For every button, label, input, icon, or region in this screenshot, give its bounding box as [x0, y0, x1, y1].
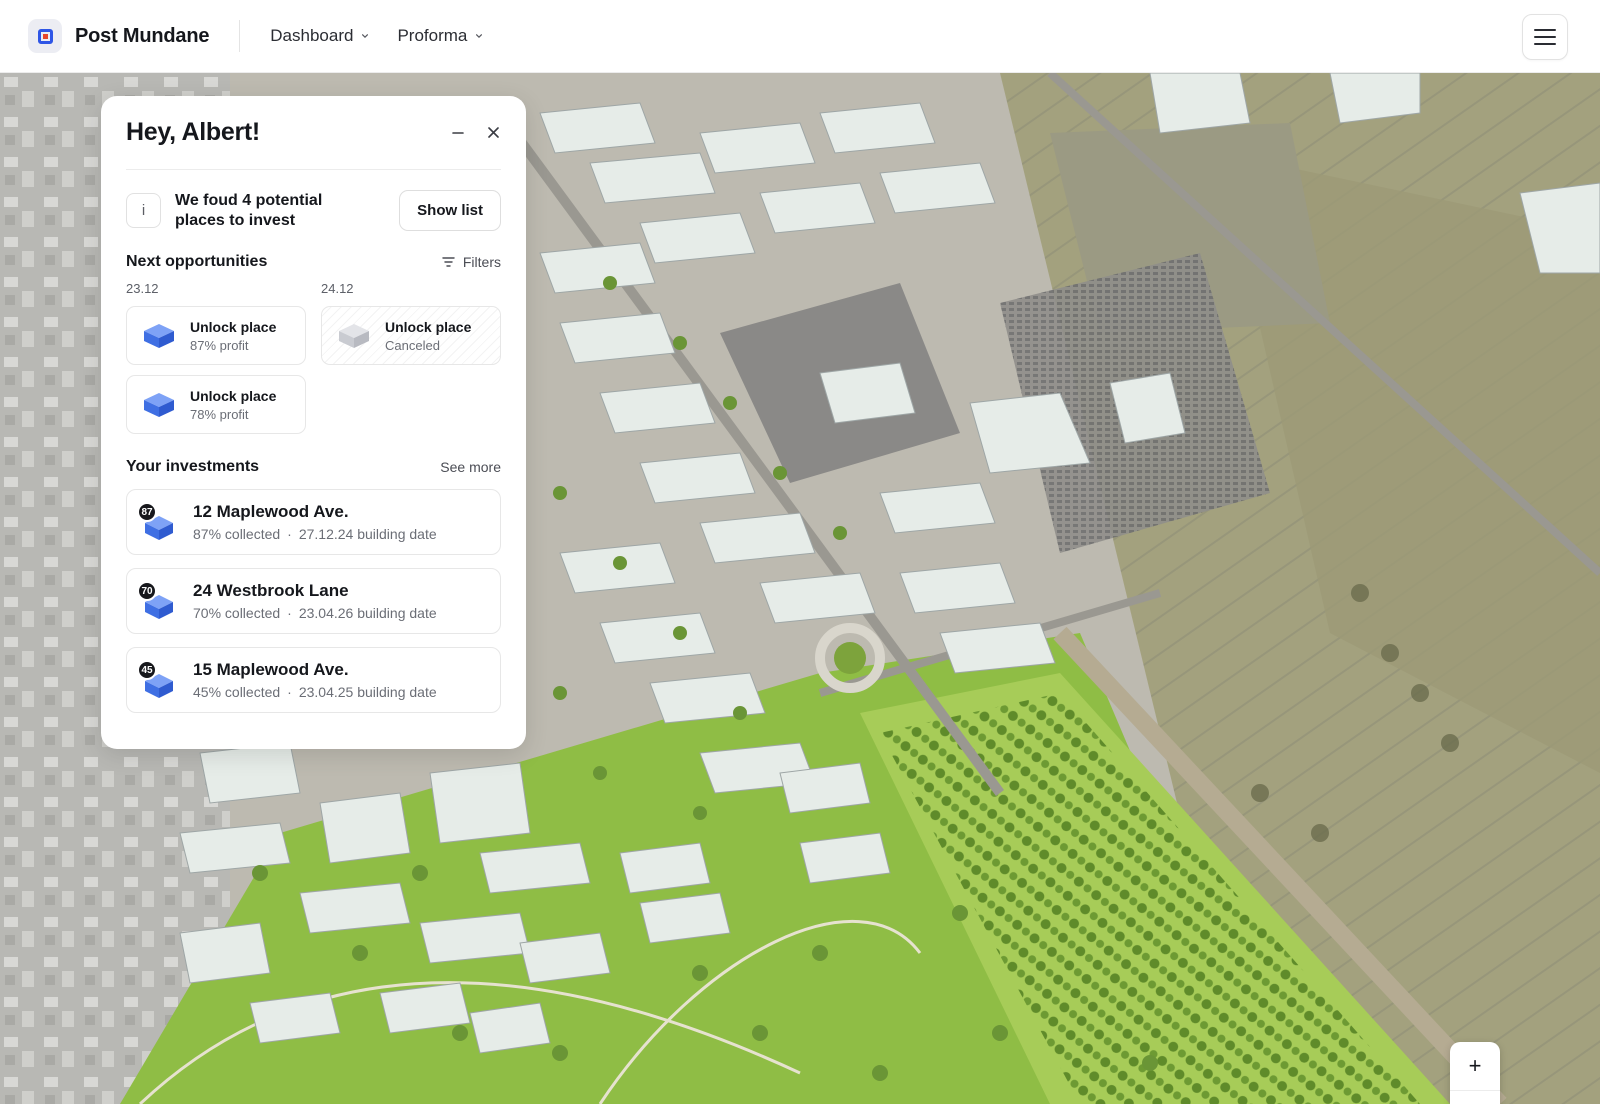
opportunities-grid: 23.12 Unlock place 87% profit Unlock pla… [126, 281, 501, 434]
zoom-in-button[interactable]: + [1450, 1042, 1500, 1090]
nav-dashboard-dropdown[interactable]: Dashboard [270, 26, 369, 46]
top-bar: Post Mundane Dashboard Proforma [0, 0, 1600, 73]
info-row: i We foud 4 potential places to invest S… [126, 190, 501, 231]
opportunities-title: Next opportunities [126, 253, 268, 270]
zoom-out-button[interactable]: − [1450, 1089, 1500, 1104]
investment-badge: 70 [137, 581, 157, 601]
investment-details: 70% collected · 23.04.26 building date [193, 605, 437, 621]
investment-date: 23.04.25 building date [298, 684, 437, 700]
investment-card[interactable]: 70 24 Westbrook Lane 70% collected · 23.04… [126, 568, 501, 634]
investment-title: 24 Westbrook Lane [193, 581, 349, 600]
minimize-icon[interactable] [451, 126, 465, 140]
opportunity-subtitle: 78% profit [190, 406, 249, 422]
show-list-button[interactable]: Show list [399, 190, 501, 231]
nav-proforma-dropdown[interactable]: Proforma [397, 26, 483, 46]
opportunity-subtitle: 87% profit [190, 337, 249, 353]
close-icon[interactable] [487, 126, 500, 139]
welcome-panel: Hey, Albert! i We foud 4 potential place… [101, 96, 526, 749]
nav-dashboard-label: Dashboard [270, 26, 354, 45]
opportunity-card[interactable]: Unlock place 78% profit [126, 375, 306, 434]
investment-details: 87% collected · 27.12.24 building date [193, 526, 437, 542]
info-icon: i [126, 193, 161, 228]
menu-button[interactable] [1522, 14, 1568, 60]
brand[interactable]: Post Mundane [28, 19, 209, 53]
zoom-control: + − [1450, 1042, 1500, 1104]
opportunity-date: 23.12 [126, 281, 159, 296]
investment-collected: 70% collected [193, 605, 281, 621]
main-nav: Dashboard Proforma [270, 26, 511, 46]
investment-icon: 87 [137, 502, 177, 542]
filters-button[interactable]: Filters [442, 254, 501, 270]
investment-title: 15 Maplewood Ave. [193, 660, 349, 679]
investment-date: 27.12.24 building date [298, 526, 437, 542]
filters-label: Filters [462, 254, 501, 270]
investment-card[interactable]: 45 15 Maplewood Ave. 45% collected · 23.04… [126, 647, 501, 713]
info-text: We foud 4 potential places to invest [175, 191, 323, 229]
investment-details: 45% collected · 23.04.25 building date [193, 684, 437, 700]
cube-icon [339, 323, 369, 348]
nav-proforma-label: Proforma [397, 26, 468, 45]
investment-date: 23.04.26 building date [298, 605, 437, 621]
opportunity-subtitle: Canceled [385, 337, 440, 353]
topbar-divider [239, 20, 241, 52]
panel-title: Hey, Albert! [126, 118, 260, 146]
investment-badge: 45 [137, 660, 157, 680]
opportunity-title: Unlock place [385, 318, 472, 335]
investments-header: Your investments See more [126, 458, 501, 476]
opportunity-title: Unlock place [190, 318, 277, 335]
hamburger-icon [1534, 29, 1556, 45]
opportunity-column: 23.12 Unlock place 87% profit Unlock pla… [126, 281, 306, 434]
see-more-link[interactable]: See more [440, 459, 501, 475]
investment-collected: 45% collected [193, 684, 281, 700]
opportunity-column: 24.12 Unlock place Canceled [321, 281, 501, 434]
investment-collected: 87% collected [193, 526, 281, 542]
panel-header: Hey, Albert! [126, 96, 501, 170]
brand-name: Post Mundane [75, 24, 210, 47]
opportunity-title: Unlock place [190, 387, 277, 404]
chevron-down-icon [476, 34, 483, 39]
investment-card[interactable]: 87 12 Maplewood Ave. 87% collected · 27.12… [126, 489, 501, 555]
chevron-down-icon [362, 34, 369, 39]
opportunity-date: 24.12 [321, 281, 354, 296]
investment-title: 12 Maplewood Ave. [193, 502, 349, 521]
cube-icon [144, 392, 174, 417]
opportunities-header: Next opportunities Filters [126, 253, 501, 271]
investments-list: 87 12 Maplewood Ave. 87% collected · 27.12… [126, 489, 501, 713]
investment-icon: 45 [137, 660, 177, 700]
opportunity-card[interactable]: Unlock place 87% profit [126, 306, 306, 365]
investment-badge: 87 [137, 502, 157, 522]
investments-title: Your investments [126, 458, 260, 475]
filter-icon [442, 257, 455, 267]
opportunity-card-canceled[interactable]: Unlock place Canceled [321, 306, 501, 365]
cube-icon [144, 323, 174, 348]
brand-logo-icon [28, 19, 62, 53]
investment-icon: 70 [137, 581, 177, 621]
